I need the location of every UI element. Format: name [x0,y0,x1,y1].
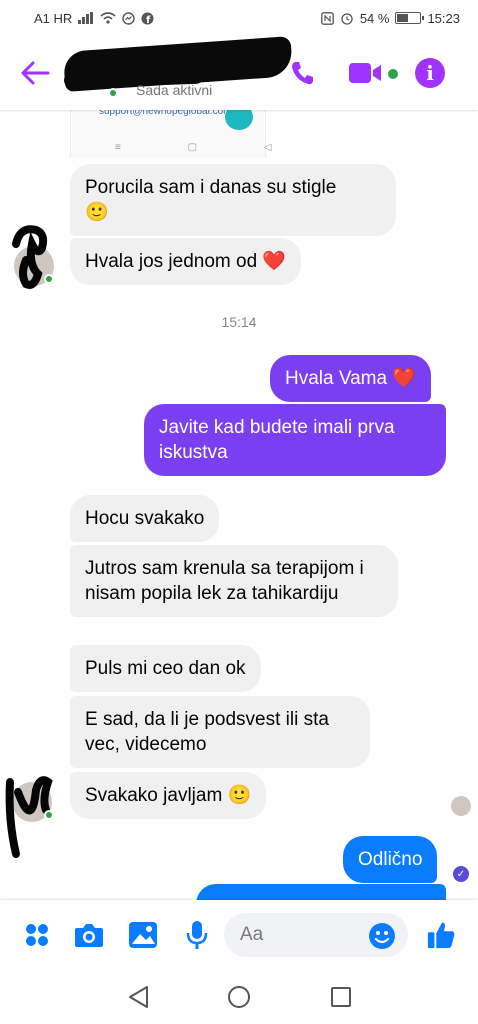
gallery-icon[interactable] [128,920,158,950]
status-bar: A1 HR f 54 % 15:23 [0,0,478,36]
message-bubble-outgoing[interactable]: Odlično [343,836,438,883]
video-active-dot [388,69,398,79]
info-icon[interactable]: i [415,58,445,88]
battery-percent: 54 % [359,10,390,26]
battery-fill [397,14,409,22]
status-left: A1 HR f [34,11,154,26]
carrier-label: A1 HR [34,10,73,26]
back-arrow-icon[interactable] [20,60,50,86]
seen-avatar [451,796,471,816]
message-text: Odlično [358,849,423,870]
message-bubble-outgoing[interactable]: Hvala Vama ❤️ [270,355,432,402]
alarm-icon [340,11,354,25]
message-bubble-incoming[interactable]: Porucila sam i danas su stigle 🙂 [70,164,396,236]
shared-image-nav: ≡ ▢ ◁ [115,142,304,153]
facebook-notification-icon: f [141,12,154,25]
thumbs-up-icon[interactable] [426,920,456,950]
video-camera-icon[interactable] [348,60,382,86]
phone-icon[interactable] [288,58,318,88]
message-text: Puls mi ceo dan ok [85,658,246,679]
message-text: Porucila sam i danas su stigle [85,177,337,198]
message-text: Hvala Vama ❤️ [285,368,417,389]
message-text: Jutros sam krenula sa terapijom i nisam … [85,558,364,604]
emoji-icon[interactable] [368,922,396,950]
delivered-check-icon: ✓ [453,866,469,882]
messenger-notification-icon [122,11,135,25]
message-bubble-outgoing[interactable]: Javite kad budete imali prva iskustva [144,404,446,476]
conversation-header: Sada aktivni i [0,36,478,110]
active-status-text: Sada aktivni [136,82,213,98]
message-bubble-incoming[interactable]: Hocu svakako [70,495,220,542]
menu-dots-icon[interactable] [22,920,52,950]
nav-back-icon[interactable] [126,984,152,1010]
status-right: 54 % 15:23 [320,10,460,26]
online-status-dot [44,810,54,820]
smile-emoji-icon: 🙂 [85,202,109,223]
message-text: Javite kad budete imali prva iskustva [159,417,395,463]
message-bubble-incoming[interactable]: Hvala jos jednom od ❤️ [70,238,302,285]
message-composer [0,900,478,970]
system-navigation-bar [0,970,478,1024]
message-text: Hvala jos jednom od ❤️ [85,251,287,272]
svg-text:f: f [146,15,151,25]
message-bubble-incoming[interactable]: Jutros sam krenula sa terapijom i nisam … [70,545,398,617]
message-bubble-incoming[interactable]: Puls mi ceo dan ok [70,645,261,692]
online-status-dot [44,274,54,284]
nav-recents-icon[interactable] [328,984,354,1010]
message-bubble-incoming[interactable]: Svakako javljam 🙂 [70,772,267,819]
signal-icon [78,12,94,24]
active-status-dot [108,88,118,98]
wifi-icon [100,12,116,24]
message-bubble-incoming[interactable]: E sad, da li je podsvest ili sta vec, vi… [70,696,370,768]
battery-icon [395,12,425,24]
message-text: Svakako javljam 🙂 [85,785,252,806]
nav-home-icon[interactable] [226,984,252,1010]
microphone-icon[interactable] [182,920,212,950]
camera-icon[interactable] [74,920,104,950]
message-text: Hocu svakako [85,508,205,529]
message-text: E sad, da li je podsvest ili sta vec, vi… [85,709,329,755]
message-timestamp: 15:14 [221,314,257,330]
clock: 15:23 [427,10,460,26]
nfc-icon [320,11,334,25]
